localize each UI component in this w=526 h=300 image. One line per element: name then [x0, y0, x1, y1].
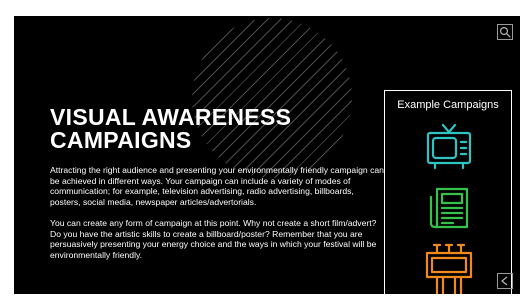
- paragraph-2: You can create any form of campaign at t…: [50, 217, 377, 260]
- slide-title: VISUAL AWARENESS CAMPAIGNS: [50, 106, 350, 152]
- slide-frame: VISUAL AWARENESS CAMPAIGNS Attracting th…: [0, 0, 526, 300]
- slide: VISUAL AWARENESS CAMPAIGNS Attracting th…: [14, 16, 520, 294]
- hatched-circle-decoration: [192, 18, 352, 178]
- television-icon: [426, 123, 472, 170]
- zoom-button[interactable]: [497, 24, 513, 40]
- magnifier-icon: [499, 26, 511, 38]
- panel-title: Example Campaigns: [397, 99, 499, 111]
- billboard-icon: [425, 243, 473, 294]
- title-line-2: CAMPAIGNS: [50, 127, 192, 153]
- paragraph-1: Attracting the right audience and presen…: [50, 165, 384, 207]
- title-line-1: VISUAL AWARENESS: [50, 104, 292, 130]
- back-button[interactable]: [497, 273, 513, 289]
- newspaper-icon: [429, 187, 469, 229]
- body-text: Attracting the right audience and presen…: [50, 165, 385, 271]
- chevron-left-icon: [501, 276, 508, 286]
- example-campaigns-panel: Example Campaigns: [384, 90, 512, 294]
